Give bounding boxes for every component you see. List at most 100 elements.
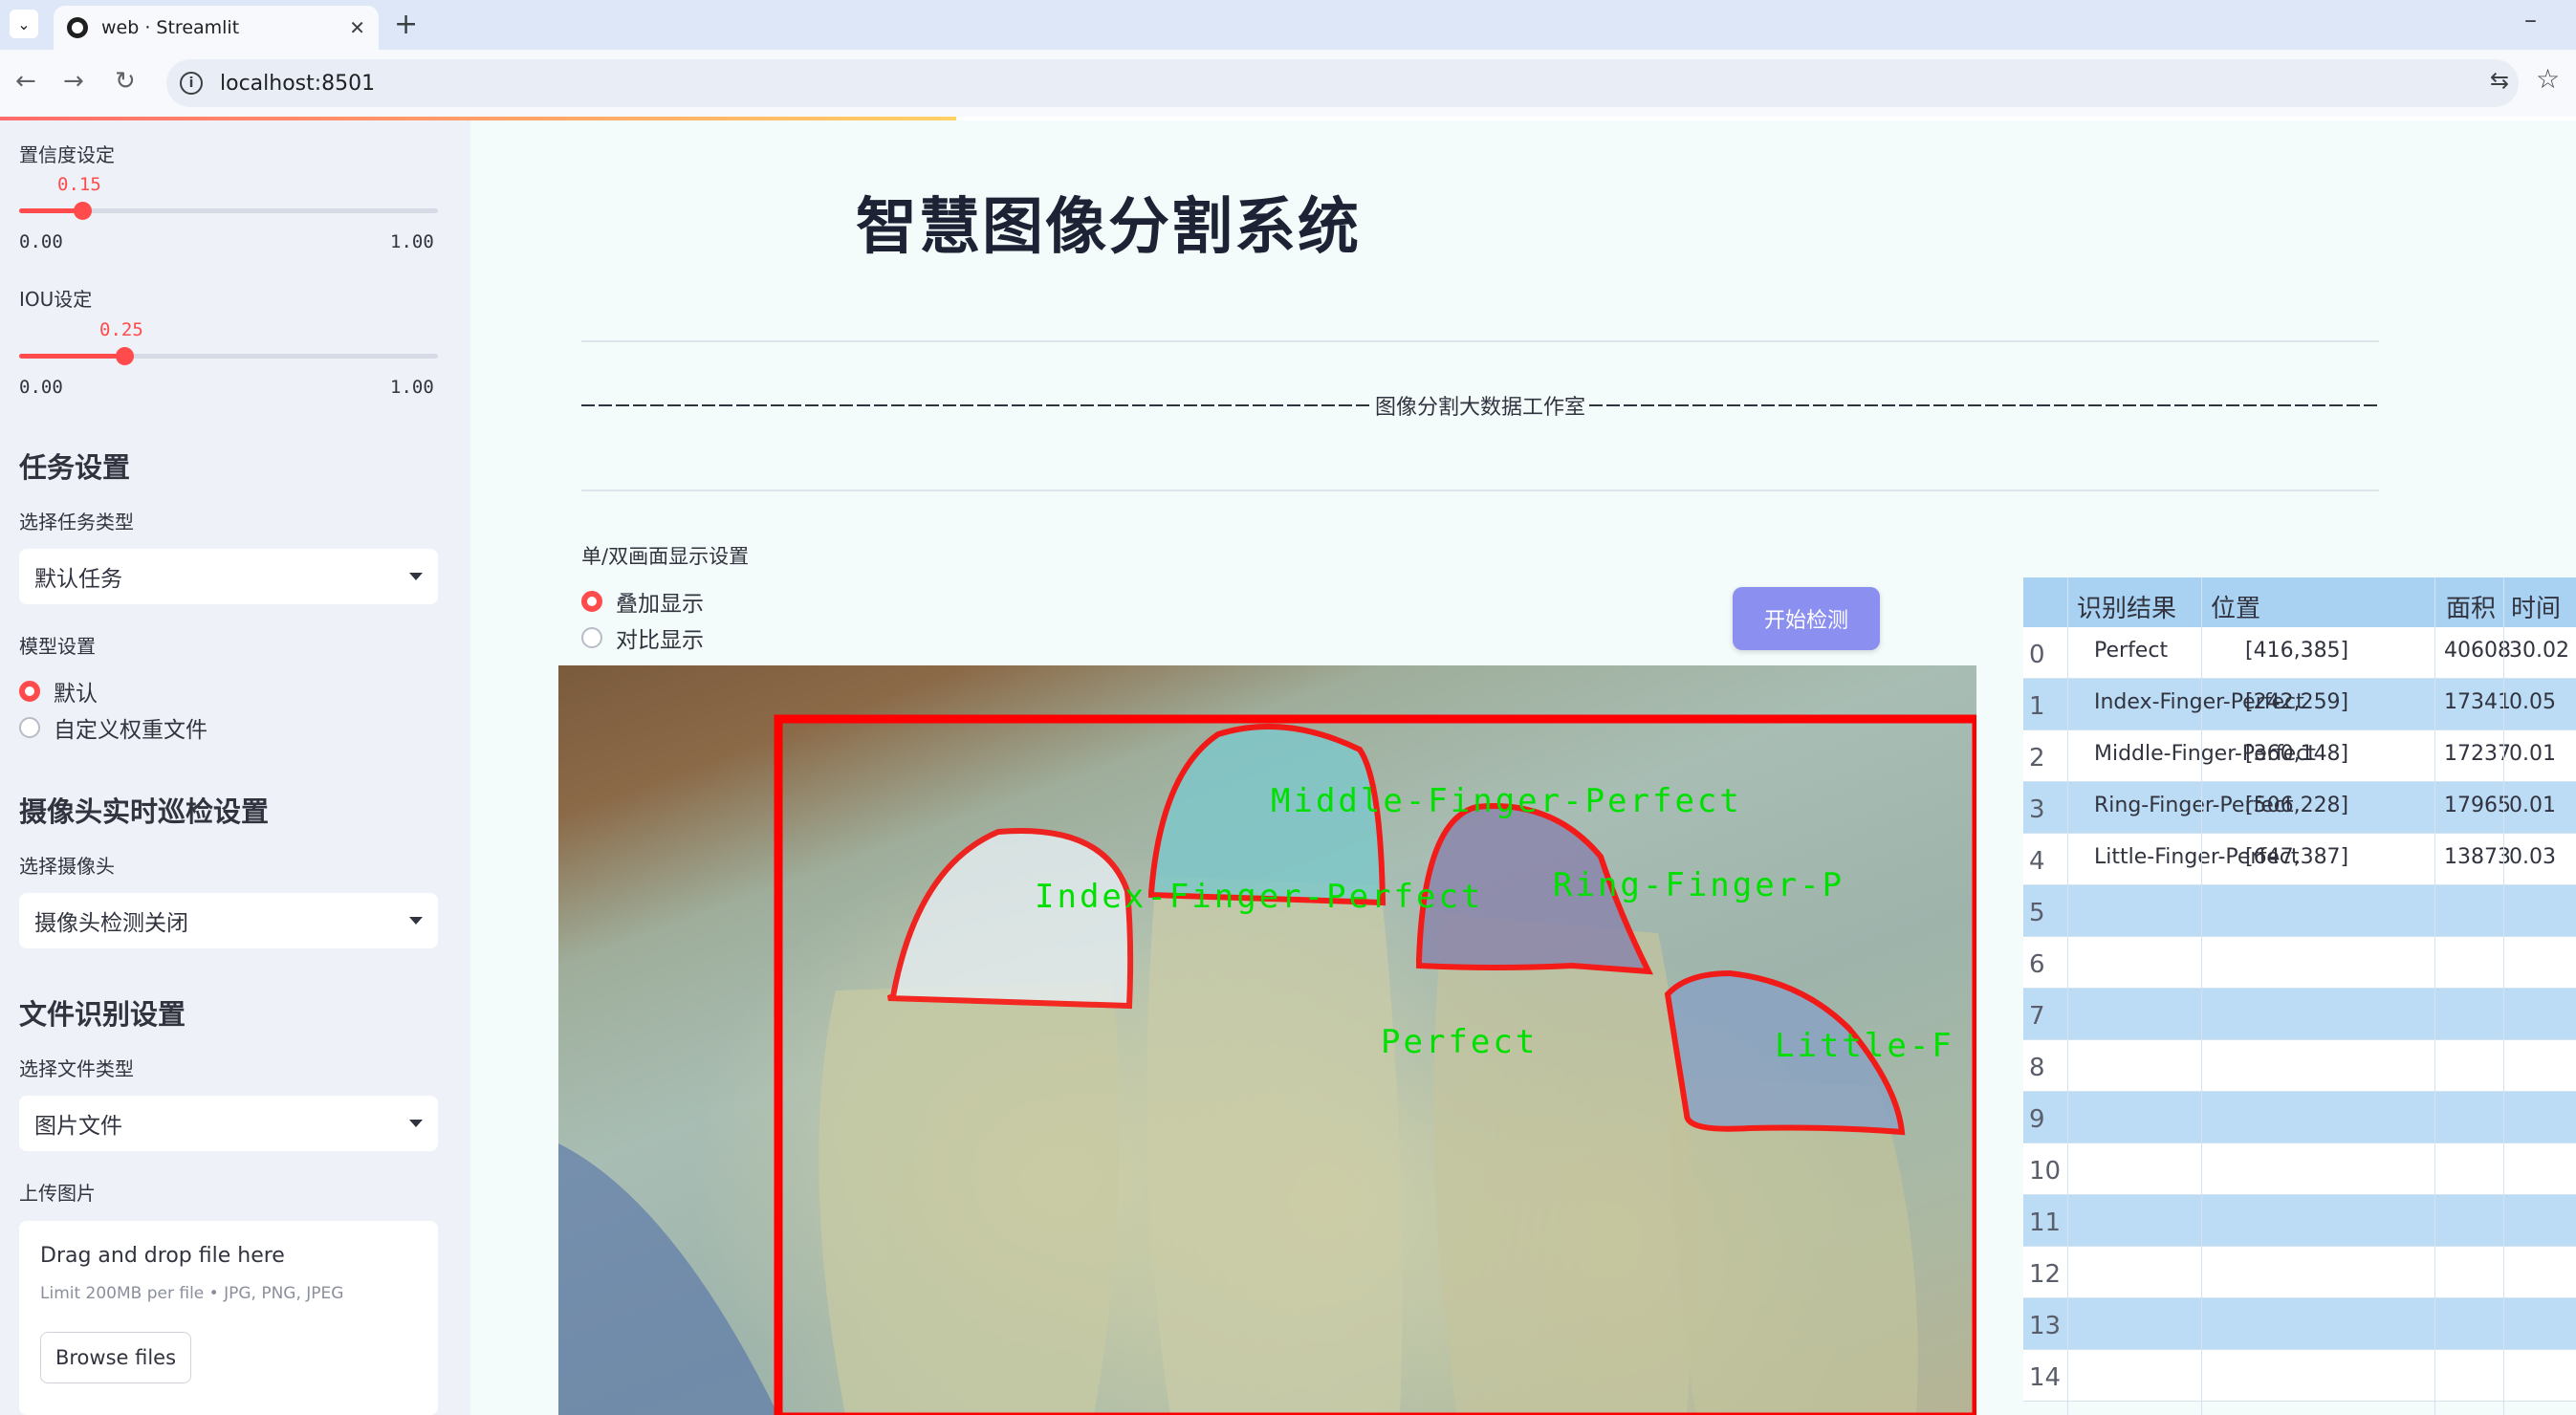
cell-time: 0.05 xyxy=(2509,690,2556,714)
table-row[interactable]: 12 xyxy=(2023,1247,2576,1298)
table-row[interactable]: 4 Little-Finger-Perfect [647,387] 13873 0.03 xyxy=(2023,834,2576,885)
camera-select-value: 摄像头检测关闭 xyxy=(34,911,188,936)
table-row[interactable]: 8 xyxy=(2023,1040,2576,1092)
translate-icon[interactable]: ⇆ xyxy=(2490,67,2509,94)
upload-limit-text: Limit 200MB per file • JPG, PNG, JPEG xyxy=(40,1284,344,1303)
row-index: 11 xyxy=(2029,1208,2062,1237)
display-mode-label: 单/双画面显示设置 xyxy=(581,545,750,568)
row-index: 8 xyxy=(2029,1054,2045,1082)
row-index: 3 xyxy=(2029,795,2045,824)
upload-dropzone-title: Drag and drop file here xyxy=(40,1244,285,1268)
back-arrow-icon[interactable]: ← xyxy=(15,67,36,96)
row-index: 9 xyxy=(2029,1105,2045,1134)
cell-time: 30.02 xyxy=(2509,639,2569,663)
forward-arrow-icon[interactable]: → xyxy=(63,67,84,96)
table-row[interactable]: 14 xyxy=(2023,1350,2576,1402)
upload-label: 上传图片 xyxy=(19,1182,96,1205)
camera-select[interactable]: 摄像头检测关闭 xyxy=(19,893,438,948)
cell-position: [506,228] xyxy=(2245,794,2349,817)
overlay-label-middle: Middle-Finger-Perfect xyxy=(1271,782,1742,820)
table-row[interactable]: 10 xyxy=(2023,1143,2576,1195)
row-index: 1 xyxy=(2029,692,2045,721)
file-uploader-dropzone[interactable]: Drag and drop file here Limit 200MB per … xyxy=(19,1221,438,1415)
segmentation-overlay xyxy=(558,714,1976,1415)
streamlit-favicon-icon xyxy=(67,17,88,38)
column-header-position[interactable]: 位置 xyxy=(2211,589,2260,624)
reload-icon[interactable]: ↻ xyxy=(115,67,136,96)
chevron-down-icon xyxy=(409,573,423,580)
overlay-label-ring: Ring-Finger-P xyxy=(1553,866,1845,904)
camera-select-label: 选择摄像头 xyxy=(19,855,115,878)
cell-area: 17237 xyxy=(2444,742,2511,766)
display-option-compare[interactable]: 对比显示 xyxy=(581,621,704,654)
row-index: 7 xyxy=(2029,1002,2045,1031)
table-row[interactable]: 6 xyxy=(2023,937,2576,989)
iou-slider-thumb[interactable] xyxy=(115,347,134,365)
url-field[interactable]: i localhost:8501 xyxy=(166,59,2519,107)
row-index: 6 xyxy=(2029,950,2045,979)
iou-max: 1.00 xyxy=(390,377,434,398)
cell-position: [360,148] xyxy=(2245,742,2349,766)
column-divider xyxy=(2434,577,2435,1415)
column-divider xyxy=(2067,577,2068,1415)
cell-area: 13873 xyxy=(2444,845,2511,869)
task-type-select[interactable]: 默认任务 xyxy=(19,549,438,604)
table-row[interactable]: 9 xyxy=(2023,1092,2576,1143)
tab-title: web · Streamlit xyxy=(101,17,240,38)
display-option-label: 对比显示 xyxy=(616,628,704,653)
site-info-icon[interactable]: i xyxy=(180,72,203,95)
radio-unselected-icon xyxy=(581,627,602,648)
row-index: 0 xyxy=(2029,641,2045,669)
model-option-custom[interactable]: 自定义权重文件 xyxy=(19,711,207,744)
overlay-label-little: Little-F xyxy=(1775,1027,1954,1065)
cell-time: 0.03 xyxy=(2509,845,2556,869)
browse-files-button[interactable]: Browse files xyxy=(40,1332,191,1383)
table-row[interactable]: 13 xyxy=(2023,1298,2576,1350)
column-header-result[interactable]: 识别结果 xyxy=(2077,589,2176,624)
radio-selected-icon xyxy=(19,681,40,702)
camera-settings-heading: 摄像头实时巡检设置 xyxy=(19,795,270,828)
row-index: 2 xyxy=(2029,744,2045,773)
row-index: 13 xyxy=(2029,1312,2062,1340)
results-table[interactable]: 识别结果 位置 面积 时间 0 Perfect [416,385] 40608 30.0… xyxy=(2023,577,2576,1415)
cell-result: Perfect xyxy=(2094,639,2169,663)
model-settings-label: 模型设置 xyxy=(19,635,96,658)
iou-slider[interactable] xyxy=(19,347,438,365)
table-header: 识别结果 位置 面积 时间 xyxy=(2023,577,2576,627)
new-tab-icon[interactable]: + xyxy=(394,8,418,41)
chevron-down-icon xyxy=(409,1120,423,1127)
display-option-overlay[interactable]: 叠加显示 xyxy=(581,585,704,618)
model-option-default[interactable]: 默认 xyxy=(19,675,98,708)
table-row[interactable]: 1 Index-Finger-Perfect [242,259] 17341 0.05 xyxy=(2023,679,2576,730)
main-content: 智慧图像分割系统 图像分割大数据工作室 单/双画面显示设置 叠加显示 对比显示 … xyxy=(470,120,2576,1415)
cell-area: 17341 xyxy=(2444,690,2511,714)
window-minimize-icon[interactable]: – xyxy=(2524,6,2537,34)
table-row[interactable]: 11 xyxy=(2023,1195,2576,1247)
tab-close-icon[interactable]: ✕ xyxy=(349,16,365,39)
tab-search-chevron-icon[interactable]: ⌄ xyxy=(10,10,38,38)
start-detection-button[interactable]: 开始检测 xyxy=(1733,587,1880,650)
column-header-time[interactable]: 时间 xyxy=(2511,589,2561,624)
studio-banner: 图像分割大数据工作室 xyxy=(581,390,2379,421)
file-type-select[interactable]: 图片文件 xyxy=(19,1096,438,1151)
cell-position: [647,387] xyxy=(2245,845,2349,869)
table-row[interactable]: 0 Perfect [416,385] 40608 30.02 xyxy=(2023,627,2576,679)
table-row[interactable]: 2 Middle-Finger-Perfect [360,148] 17237 0.01 xyxy=(2023,730,2576,782)
table-row[interactable]: 7 xyxy=(2023,989,2576,1040)
overlay-label-perfect: Perfect xyxy=(1381,1023,1539,1061)
task-type-label: 选择任务类型 xyxy=(19,511,134,533)
display-option-label: 叠加显示 xyxy=(616,592,704,617)
url-text: localhost:8501 xyxy=(220,71,376,96)
table-row[interactable]: 5 xyxy=(2023,885,2576,937)
column-header-area[interactable]: 面积 xyxy=(2446,589,2496,624)
page-title: 智慧图像分割系统 xyxy=(856,192,1361,263)
file-settings-heading: 文件识别设置 xyxy=(19,998,186,1031)
model-option-label: 默认 xyxy=(54,682,98,707)
dash-line xyxy=(581,404,1371,406)
browser-tab[interactable]: web · Streamlit ✕ xyxy=(54,6,379,50)
bookmark-star-icon[interactable]: ☆ xyxy=(2536,63,2560,95)
radio-unselected-icon xyxy=(19,717,40,738)
model-option-label: 自定义权重文件 xyxy=(54,718,207,743)
iou-slider-fill xyxy=(19,354,124,359)
table-row[interactable]: 3 Ring-Finger-Perfect [506,228] 17965 0.01 xyxy=(2023,782,2576,834)
